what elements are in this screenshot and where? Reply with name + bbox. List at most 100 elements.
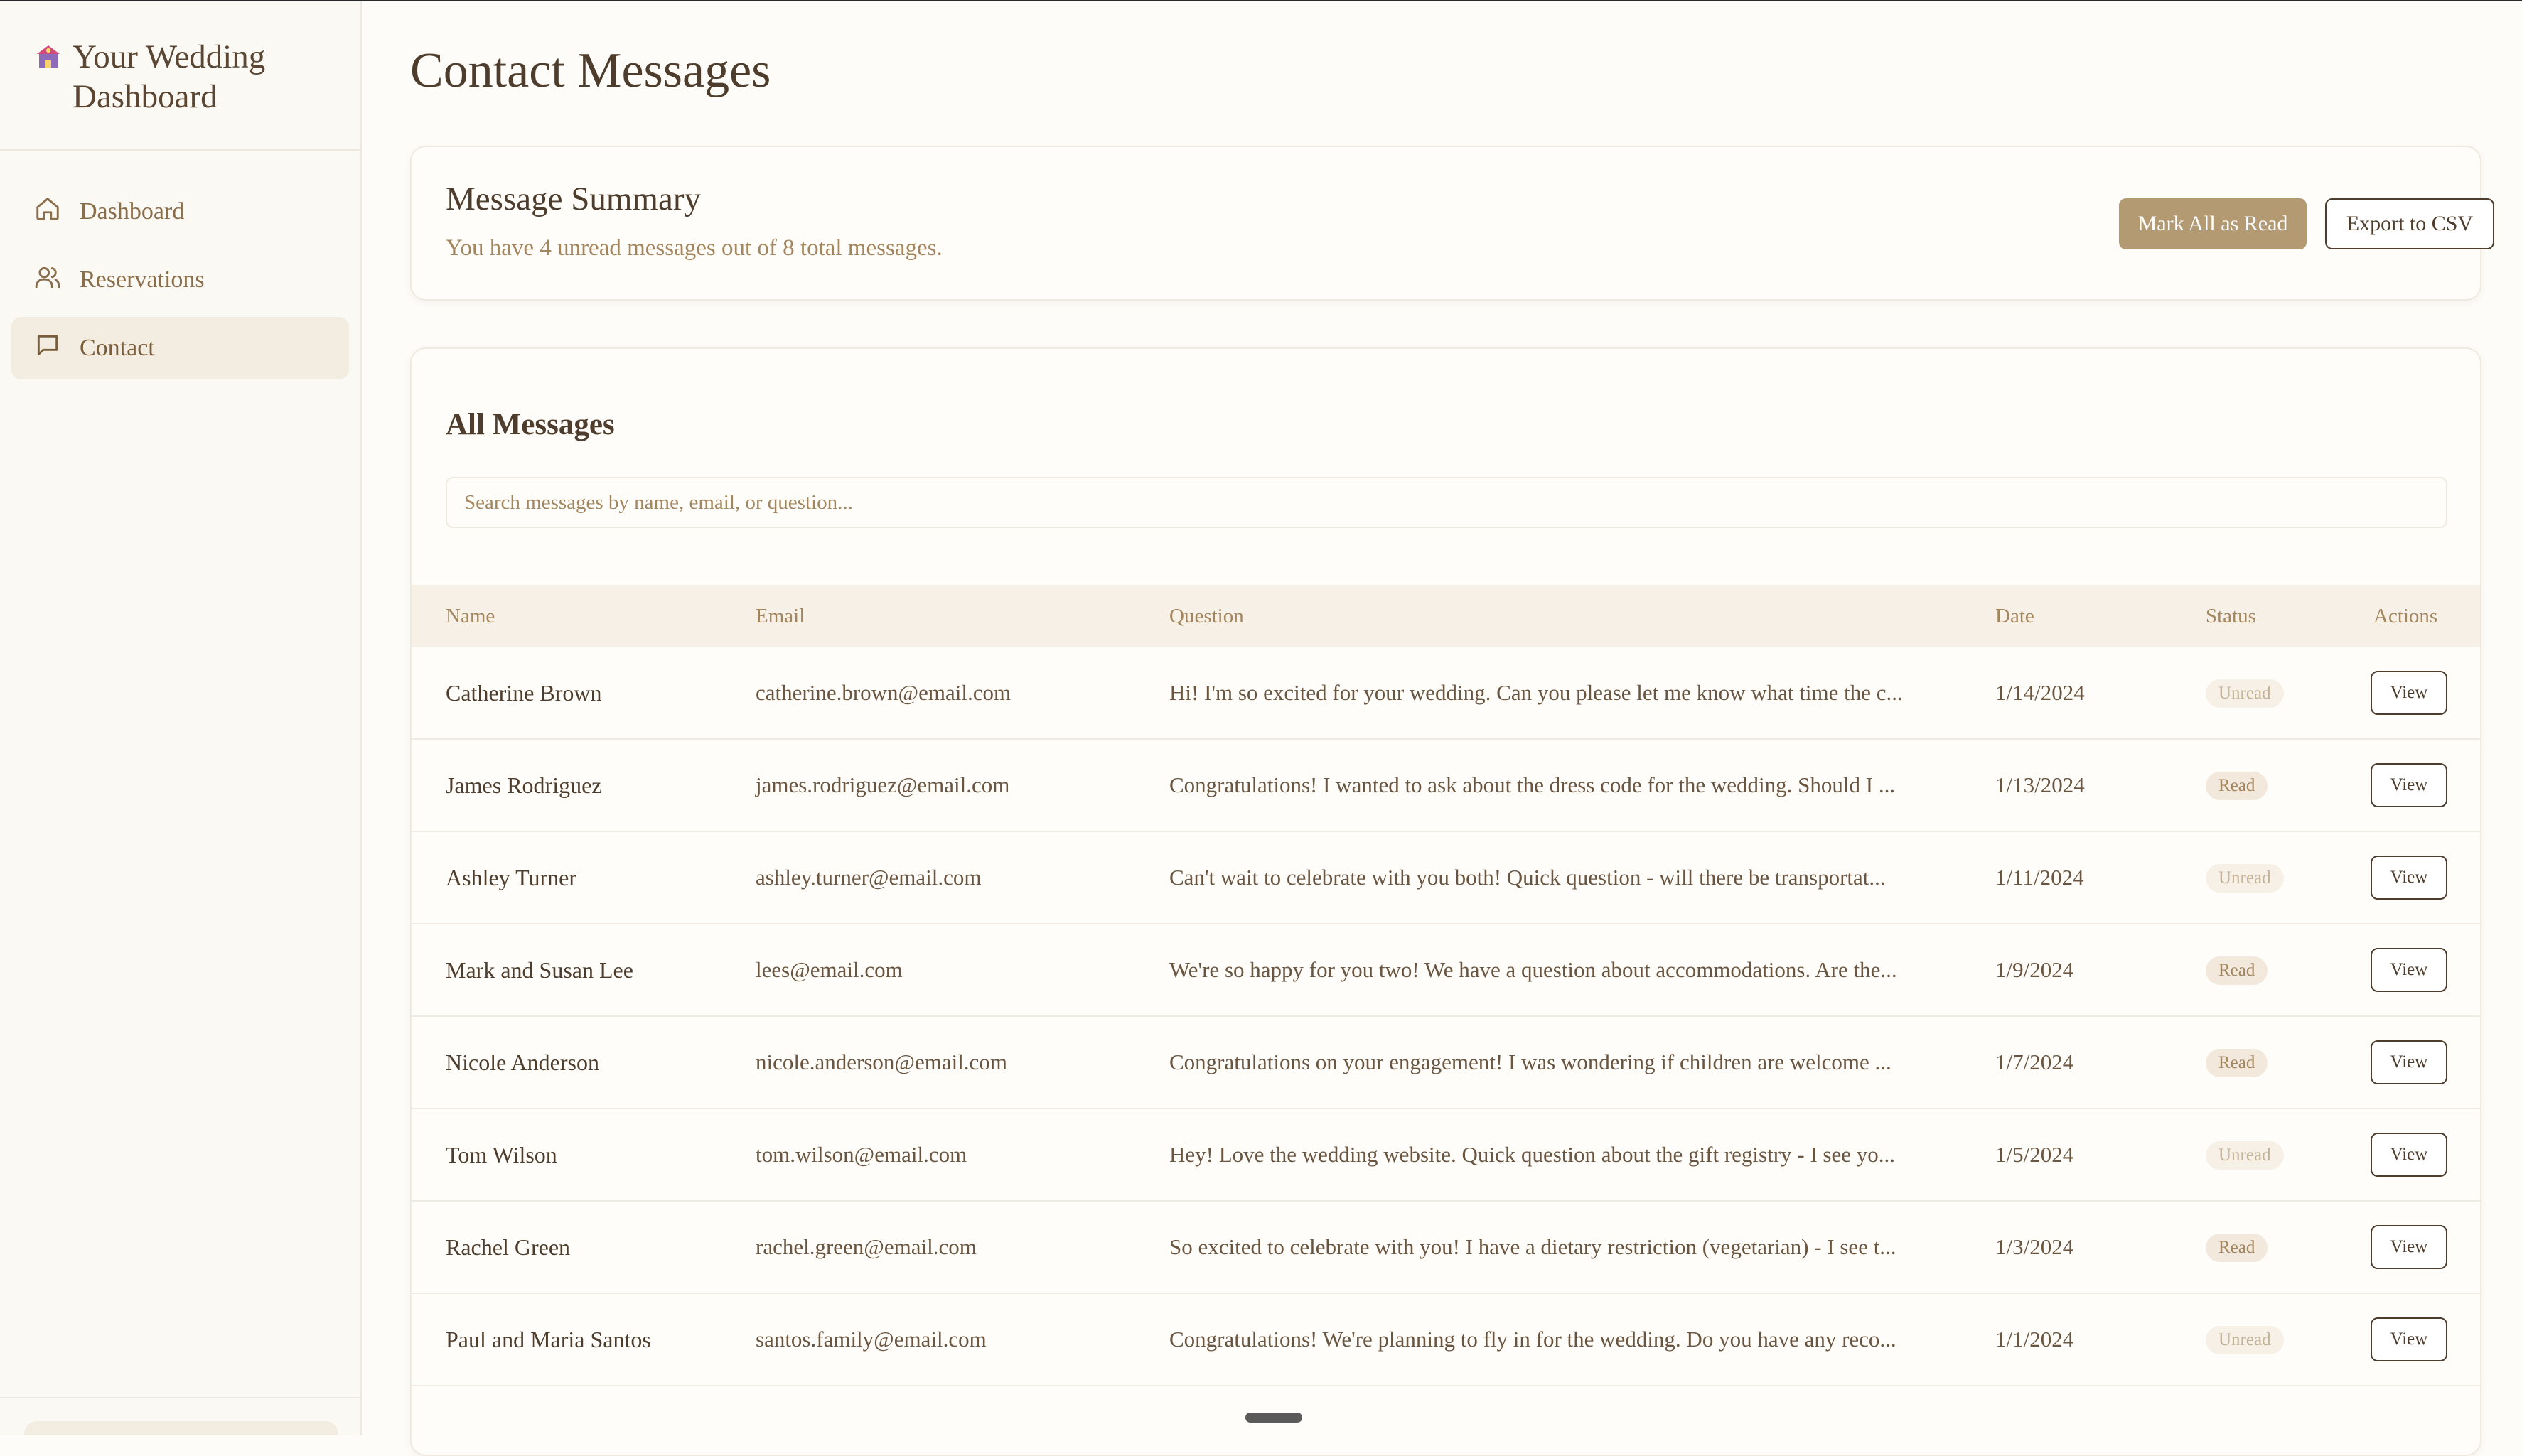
sidebar-item-contact[interactable]: Contact <box>11 317 349 379</box>
message-question: We're so happy for you two! We have a qu… <box>1169 957 1897 982</box>
actions-cell: View <box>2371 1317 2447 1361</box>
actions-cell: View <box>2371 948 2447 992</box>
status-badge: Unread <box>2206 1141 2284 1170</box>
page-title: Contact Messages <box>410 43 771 98</box>
message-question: Congratulations on your engagement! I wa… <box>1169 1050 1892 1074</box>
message-question: Congratulations! We're planning to fly i… <box>1169 1327 1896 1352</box>
status-cell: Read <box>2206 770 2268 800</box>
search-input[interactable] <box>446 477 2447 528</box>
table-header: Name Email Question Date Status Actions <box>412 585 2480 647</box>
brand: Your Wedding Dashboard <box>0 1 360 151</box>
brand-title: Your Wedding Dashboard <box>73 38 266 115</box>
all-messages-card: All Messages Name Email Question Date St… <box>410 347 2481 1456</box>
message-date: 1/14/2024 <box>1995 680 2085 705</box>
message-name: James Rodriguez <box>446 772 602 798</box>
sidebar-item-label: Dashboard <box>80 198 185 225</box>
status-cell: Read <box>2206 955 2268 985</box>
sidebar-item-reservations[interactable]: Reservations <box>11 249 349 311</box>
status-badge: Unread <box>2206 679 2284 708</box>
view-button[interactable]: View <box>2371 1317 2447 1361</box>
message-email: nicole.anderson@email.com <box>756 1050 1007 1074</box>
summary-title: Message Summary <box>446 180 701 217</box>
message-name: Mark and Susan Lee <box>446 956 633 983</box>
message-question: Hi! I'm so excited for your wedding. Can… <box>1169 680 1903 705</box>
view-button[interactable]: View <box>2371 763 2447 807</box>
message-name: Ashley Turner <box>446 864 577 890</box>
actions-cell: View <box>2371 763 2447 807</box>
actions-cell: View <box>2371 856 2447 900</box>
message-date: 1/11/2024 <box>1995 865 2084 890</box>
table-row[interactable]: Nicole Anderson nicole.anderson@email.com… <box>412 1017 2480 1109</box>
sidebar-item-dashboard[interactable]: Dashboard <box>11 180 349 243</box>
message-date: 1/5/2024 <box>1995 1142 2074 1167</box>
column-header-name[interactable]: Name <box>446 605 495 628</box>
message-date: 1/13/2024 <box>1995 772 2085 797</box>
home-icon <box>34 195 80 229</box>
status-badge: Read <box>2206 1049 2268 1077</box>
main-content: Contact Messages Message Summary You hav… <box>362 1 2522 1456</box>
column-header-actions: Actions <box>2373 604 2438 627</box>
message-date: 1/9/2024 <box>1995 957 2074 982</box>
status-cell: Unread <box>2206 678 2284 708</box>
users-icon <box>34 264 80 297</box>
table-row[interactable]: James Rodriguez james.rodriguez@email.com… <box>412 740 2480 832</box>
status-cell: Unread <box>2206 863 2284 893</box>
column-header-question[interactable]: Question <box>1169 605 1930 628</box>
message-date: 1/3/2024 <box>1995 1234 2074 1259</box>
status-cell: Read <box>2206 1047 2268 1077</box>
view-button[interactable]: View <box>2371 671 2447 715</box>
message-question: Hey! Love the wedding website. Quick que… <box>1169 1142 1896 1167</box>
message-date: 1/1/2024 <box>1995 1327 2074 1352</box>
message-name: Tom Wilson <box>446 1141 557 1168</box>
sidebar-nav: Dashboard Reservations Contact <box>0 151 360 379</box>
actions-cell: View <box>2371 1225 2447 1269</box>
actions-cell: View <box>2371 1040 2447 1084</box>
message-email: rachel.green@email.com <box>756 1234 977 1259</box>
table-row[interactable]: Catherine Brown catherine.brown@email.com… <box>412 647 2480 740</box>
actions-cell: View <box>2371 1133 2447 1177</box>
message-question: So excited to celebrate with you! I have… <box>1169 1234 1896 1259</box>
column-header-email[interactable]: Email <box>756 605 805 628</box>
mark-all-read-button[interactable]: Mark All as Read <box>2119 198 2307 249</box>
status-cell: Read <box>2206 1232 2268 1262</box>
status-badge: Unread <box>2206 864 2284 893</box>
sidebar-item-label: Contact <box>80 335 155 361</box>
wedding-house-icon <box>34 43 63 71</box>
message-email: james.rodriguez@email.com <box>756 772 1010 797</box>
scrollbar-handle[interactable] <box>1245 1413 1302 1423</box>
messages-table: Name Email Question Date Status Actions … <box>412 585 2480 1386</box>
status-badge: Unread <box>2206 1326 2284 1354</box>
message-name: Rachel Green <box>446 1234 571 1260</box>
view-button[interactable]: View <box>2371 1225 2447 1269</box>
table-row[interactable]: Rachel Green rachel.green@email.com So exc… <box>412 1202 2480 1294</box>
message-name: Catherine Brown <box>446 679 602 706</box>
message-date: 1/7/2024 <box>1995 1050 2074 1074</box>
status-badge: Read <box>2206 956 2268 985</box>
view-button[interactable]: View <box>2371 856 2447 900</box>
column-header-date[interactable]: Date <box>1995 605 2034 628</box>
message-email: lees@email.com <box>756 957 903 982</box>
table-row[interactable]: Mark and Susan Lee lees@email.com We're so… <box>412 924 2480 1017</box>
status-cell: Unread <box>2206 1140 2284 1170</box>
message-summary-card: Message Summary You have 4 unread messag… <box>410 146 2494 301</box>
view-button[interactable]: View <box>2371 948 2447 992</box>
message-email: tom.wilson@email.com <box>756 1142 967 1167</box>
sidebar-footer-divider <box>0 1397 360 1398</box>
table-row[interactable]: Tom Wilson tom.wilson@email.com Hey! Love … <box>412 1109 2480 1202</box>
summary-text: You have 4 unread messages out of 8 tota… <box>446 235 943 261</box>
export-csv-button[interactable]: Export to CSV <box>2325 198 2494 249</box>
message-icon <box>34 332 80 365</box>
status-badge: Read <box>2206 1234 2268 1262</box>
message-email: santos.family@email.com <box>756 1327 987 1352</box>
view-button[interactable]: View <box>2371 1133 2447 1177</box>
sidebar-footer-button[interactable] <box>24 1421 338 1435</box>
view-button[interactable]: View <box>2371 1040 2447 1084</box>
message-question: Can't wait to celebrate with you both! Q… <box>1169 865 1886 890</box>
actions-cell: View <box>2371 671 2447 715</box>
sidebar: Your Wedding Dashboard Dashboard Reserva… <box>0 1 362 1435</box>
table-row[interactable]: Ashley Turner ashley.turner@email.com Can'… <box>412 832 2480 924</box>
message-email: ashley.turner@email.com <box>756 865 982 890</box>
table-row[interactable]: Paul and Maria Santos santos.family@email… <box>412 1294 2480 1386</box>
column-header-status[interactable]: Status <box>2206 605 2256 628</box>
message-question: Congratulations! I wanted to ask about t… <box>1169 772 1896 797</box>
